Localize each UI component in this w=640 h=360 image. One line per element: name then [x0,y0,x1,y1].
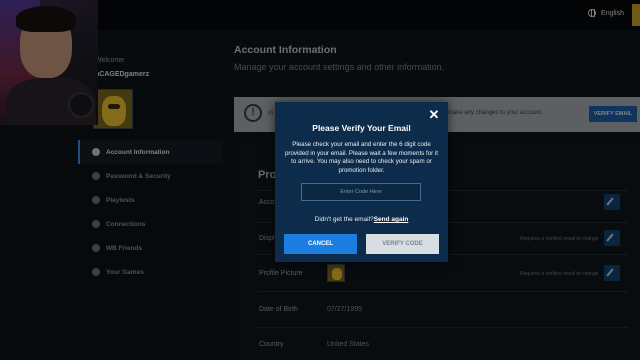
modal-body-text: Please check your email and enter the 6 … [284,141,439,174]
modal-title: Please Verify Your Email [312,123,411,133]
close-icon[interactable]: ✕ [427,108,441,122]
verification-code-input[interactable] [301,183,421,201]
send-again-link[interactable]: Send again [374,216,409,223]
resend-prompt: Didn't get the email?Send again [275,216,448,223]
resend-prompt-text: Didn't get the email? [314,216,374,223]
verify-code-button[interactable]: VERIFY CODE [366,234,439,254]
cancel-button[interactable]: CANCEL [284,234,357,254]
